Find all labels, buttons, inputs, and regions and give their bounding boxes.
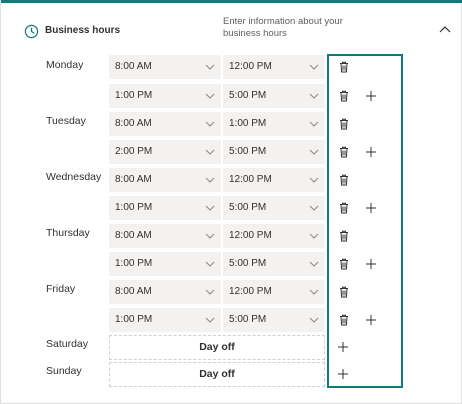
start-time-value: 8:00 AM <box>115 230 152 241</box>
end-time-value: 12:00 PM <box>229 61 272 72</box>
business-hours-panel: Business hours Enter information about y… <box>0 0 462 404</box>
chevron-down-icon <box>205 177 215 183</box>
chevron-down-icon <box>205 121 215 127</box>
start-time-select[interactable]: 8:00 AM <box>109 168 221 192</box>
start-time-select[interactable]: 8:00 AM <box>109 55 221 79</box>
clock-icon <box>24 24 39 39</box>
trash-icon[interactable] <box>337 285 351 299</box>
end-time-value: 5:00 PM <box>229 90 267 101</box>
end-time-value: 12:00 PM <box>229 174 272 185</box>
end-time-value: 5:00 PM <box>229 258 267 269</box>
end-time-value: 5:00 PM <box>229 146 267 157</box>
plus-icon[interactable] <box>337 341 349 353</box>
end-time-select[interactable]: 5:00 PM <box>223 252 325 276</box>
start-time-value: 1:00 PM <box>115 314 153 325</box>
end-time-select[interactable]: 12:00 PM <box>223 224 325 248</box>
end-time-value: 12:00 PM <box>229 286 272 297</box>
day-label-friday: Friday <box>46 283 76 295</box>
end-time-select[interactable]: 1:00 PM <box>223 112 325 136</box>
plus-icon[interactable] <box>365 146 377 158</box>
trash-icon[interactable] <box>337 117 351 131</box>
chevron-down-icon <box>205 149 215 155</box>
day-off-box: Day off <box>109 362 325 387</box>
trash-icon[interactable] <box>337 229 351 243</box>
plus-icon[interactable] <box>365 258 377 270</box>
start-time-select[interactable]: 1:00 PM <box>109 196 221 220</box>
start-time-value: 8:00 AM <box>115 174 152 185</box>
chevron-down-icon <box>205 317 215 323</box>
end-time-value: 5:00 PM <box>229 202 267 213</box>
plus-icon[interactable] <box>365 90 377 102</box>
end-time-select[interactable]: 5:00 PM <box>223 308 325 332</box>
chevron-down-icon <box>205 261 215 267</box>
end-time-value: 12:00 PM <box>229 230 272 241</box>
start-time-select[interactable]: 2:00 PM <box>109 140 221 164</box>
trash-icon[interactable] <box>337 173 351 187</box>
chevron-down-icon <box>309 233 319 239</box>
chevron-down-icon <box>309 261 319 267</box>
trash-icon[interactable] <box>337 257 351 271</box>
start-time-value: 8:00 AM <box>115 286 152 297</box>
start-time-value: 1:00 PM <box>115 202 153 213</box>
trash-icon[interactable] <box>337 145 351 159</box>
chevron-down-icon <box>309 177 319 183</box>
chevron-down-icon <box>309 205 319 211</box>
chevron-down-icon <box>309 317 319 323</box>
day-label-wednesday: Wednesday <box>46 171 102 183</box>
start-time-select[interactable]: 8:00 AM <box>109 112 221 136</box>
chevron-down-icon <box>205 205 215 211</box>
day-label-sunday: Sunday <box>46 365 82 377</box>
plus-icon[interactable] <box>337 368 349 380</box>
end-time-select[interactable]: 12:00 PM <box>223 280 325 304</box>
start-time-value: 1:00 PM <box>115 90 153 101</box>
start-time-select[interactable]: 8:00 AM <box>109 224 221 248</box>
end-time-select[interactable]: 12:00 PM <box>223 55 325 79</box>
section-title: Business hours <box>45 25 121 36</box>
trash-icon[interactable] <box>337 60 351 74</box>
day-label-saturday: Saturday <box>46 338 89 350</box>
end-time-select[interactable]: 12:00 PM <box>223 168 325 192</box>
start-time-value: 8:00 AM <box>115 61 152 72</box>
start-time-select[interactable]: 8:00 AM <box>109 280 221 304</box>
action-column-highlight <box>327 54 403 388</box>
chevron-down-icon <box>309 121 319 127</box>
start-time-value: 8:00 AM <box>115 118 152 129</box>
plus-icon[interactable] <box>365 314 377 326</box>
trash-icon[interactable] <box>337 201 351 215</box>
start-time-select[interactable]: 1:00 PM <box>109 252 221 276</box>
chevron-down-icon <box>309 149 319 155</box>
chevron-down-icon <box>309 64 319 70</box>
trash-icon[interactable] <box>337 89 351 103</box>
start-time-value: 1:00 PM <box>115 258 153 269</box>
end-time-select[interactable]: 5:00 PM <box>223 196 325 220</box>
end-time-value: 1:00 PM <box>229 118 267 129</box>
day-label-monday: Monday <box>46 59 84 71</box>
plus-icon[interactable] <box>365 202 377 214</box>
start-time-select[interactable]: 1:00 PM <box>109 308 221 332</box>
end-time-select[interactable]: 5:00 PM <box>223 84 325 108</box>
chevron-up-icon[interactable] <box>439 25 451 35</box>
day-off-box: Day off <box>109 335 325 360</box>
trash-icon[interactable] <box>337 313 351 327</box>
chevron-down-icon <box>205 64 215 70</box>
day-label-tuesday: Tuesday <box>46 115 86 127</box>
chevron-down-icon <box>205 233 215 239</box>
chevron-down-icon <box>309 93 319 99</box>
start-time-value: 2:00 PM <box>115 146 153 157</box>
end-time-select[interactable]: 5:00 PM <box>223 140 325 164</box>
chevron-down-icon <box>309 289 319 295</box>
chevron-down-icon <box>205 93 215 99</box>
chevron-down-icon <box>205 289 215 295</box>
day-label-thursday: Thursday <box>46 227 90 239</box>
section-description: Enter information about your business ho… <box>223 16 343 39</box>
start-time-select[interactable]: 1:00 PM <box>109 84 221 108</box>
end-time-value: 5:00 PM <box>229 314 267 325</box>
